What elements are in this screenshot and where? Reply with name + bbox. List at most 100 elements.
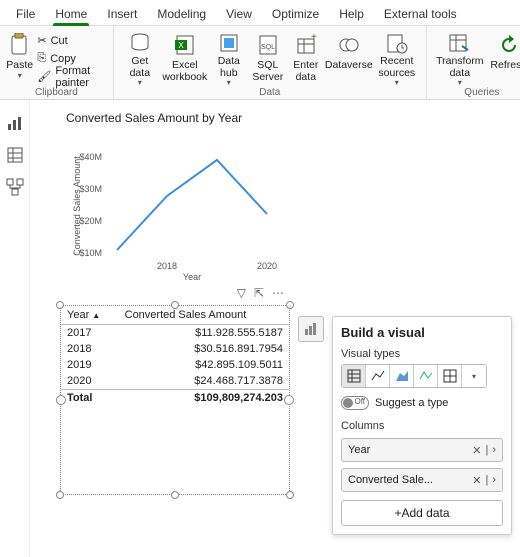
svg-text:+: +: [311, 34, 317, 43]
filter-icon[interactable]: ▽: [237, 286, 246, 300]
copy-label: Copy: [50, 53, 76, 65]
data-view-button[interactable]: [6, 146, 24, 164]
vtype-area[interactable]: [390, 365, 414, 387]
sql-server-button[interactable]: SQL SQL Server: [248, 29, 288, 87]
resize-handle[interactable]: [171, 301, 179, 309]
vtype-more[interactable]: ▾: [462, 365, 486, 387]
enter-data-button[interactable]: + Enter data: [288, 29, 324, 87]
tab-external-tools[interactable]: External tools: [374, 2, 467, 25]
vtype-matrix[interactable]: [438, 365, 462, 387]
field-menu-icon[interactable]: ›: [492, 444, 496, 457]
ribbon-group-data: Get data▾ X Excel workbook Data hub▾ SQL…: [114, 26, 427, 99]
table-total-row: Total$109,809,274.203: [61, 390, 289, 407]
more-options-icon[interactable]: ⋯: [272, 286, 284, 300]
y-axis-label: Converted Sales Amount: [72, 156, 82, 256]
resize-handle[interactable]: [171, 491, 179, 499]
recent-sources-button[interactable]: Recent sources▾: [374, 29, 420, 87]
field-pill-amount[interactable]: Converted Sale... ✕|›: [341, 468, 503, 492]
field-menu-icon[interactable]: ›: [492, 474, 496, 487]
add-data-button[interactable]: +Add data: [341, 500, 503, 526]
format-painter-label: Format painter: [55, 65, 100, 89]
cut-button[interactable]: ✂ Cut: [35, 32, 102, 49]
sql-icon: SQL: [255, 32, 281, 58]
format-painter-button[interactable]: 🖌 Format painter: [35, 68, 102, 85]
paste-label: Paste: [6, 60, 33, 72]
table-row[interactable]: 2019$42.895.109.5011: [61, 357, 289, 373]
table-row[interactable]: 2020$24.468.717.3878: [61, 373, 289, 390]
refresh-button[interactable]: Refresh: [487, 29, 520, 87]
chevron-down-icon: ▾: [395, 79, 399, 88]
paste-button[interactable]: Paste ▾: [6, 29, 33, 87]
table-row[interactable]: 2017$11.928.555.5187: [61, 325, 289, 342]
svg-text:X: X: [178, 41, 184, 50]
svg-text:$30M: $30M: [79, 184, 102, 194]
data-hub-label: Data hub: [210, 56, 248, 79]
tab-home[interactable]: Home: [45, 2, 97, 25]
remove-field-icon[interactable]: ✕: [472, 474, 481, 487]
resize-handle[interactable]: [286, 301, 294, 309]
table-visual[interactable]: Year ▲ Converted Sales Amount 2017$11.92…: [60, 305, 290, 495]
scissors-icon: ✂: [37, 34, 46, 47]
field-pill-year[interactable]: Year ✕|›: [341, 438, 503, 462]
chevron-down-icon: ▾: [18, 72, 22, 81]
dataverse-label: Dataverse: [325, 60, 373, 72]
focus-mode-icon[interactable]: ⇱: [254, 286, 264, 300]
remove-field-icon[interactable]: ✕: [472, 444, 481, 457]
recent-icon: [384, 32, 410, 54]
sort-asc-icon: ▲: [92, 311, 100, 320]
get-data-label: Get data: [120, 56, 160, 79]
vtype-line[interactable]: [366, 365, 390, 387]
enter-data-label: Enter data: [288, 60, 324, 83]
tab-insert[interactable]: Insert: [97, 2, 147, 25]
group-label-data: Data: [259, 87, 280, 100]
field-label: Year: [348, 444, 370, 456]
group-label-clipboard: Clipboard: [35, 87, 78, 100]
resize-handle[interactable]: [286, 491, 294, 499]
suggest-type-toggle[interactable]: Off: [341, 396, 369, 410]
x-axis-label: Year: [183, 272, 201, 281]
resize-handle[interactable]: [56, 301, 64, 309]
suggest-label: Suggest a type: [375, 397, 448, 409]
group-label-queries: Queries: [464, 87, 499, 100]
data-hub-icon: [216, 32, 242, 54]
panel-title: Build a visual: [341, 325, 503, 340]
resize-handle[interactable]: [56, 491, 64, 499]
tab-help[interactable]: Help: [329, 2, 374, 25]
get-data-button[interactable]: Get data▾: [120, 29, 160, 87]
data-hub-button[interactable]: Data hub▾: [210, 29, 248, 87]
svg-text:$40M: $40M: [79, 152, 102, 162]
table-row[interactable]: 2018$30.516.891.7954: [61, 341, 289, 357]
report-view-button[interactable]: [6, 114, 24, 132]
svg-text:$10M: $10M: [79, 248, 102, 258]
clipboard-icon: [7, 32, 33, 58]
col-header-year[interactable]: Year ▲: [61, 306, 119, 325]
col-header-amount[interactable]: Converted Sales Amount: [119, 306, 289, 325]
ribbon-group-clipboard: Paste ▾ ✂ Cut ⎘ Copy 🖌 Format painter Cl…: [0, 26, 114, 99]
database-icon: [127, 32, 153, 54]
chart-title: Converted Sales Amount by Year: [60, 108, 290, 125]
columns-label: Columns: [341, 420, 503, 432]
model-view-button[interactable]: [6, 178, 24, 196]
copy-icon: ⎘: [37, 52, 46, 65]
transform-label: Transform data: [433, 56, 487, 79]
left-rail: [0, 100, 30, 557]
ribbon-group-queries: Transform data▾ Refresh Queries: [427, 26, 520, 99]
tab-optimize[interactable]: Optimize: [262, 2, 329, 25]
tab-view[interactable]: View: [216, 2, 262, 25]
dataverse-icon: [336, 32, 362, 58]
transform-data-button[interactable]: Transform data▾: [433, 29, 487, 87]
field-label: Converted Sale...: [348, 474, 433, 486]
visual-type-picker: ▾: [341, 364, 487, 388]
chart-svg: Converted Sales Amount $10M $20M $30M $4…: [72, 131, 282, 281]
build-visual-panel: Build a visual Visual types ▾ Off Sugges…: [332, 316, 512, 535]
dataverse-button[interactable]: Dataverse: [324, 29, 374, 87]
tab-modeling[interactable]: Modeling: [147, 2, 216, 25]
vtype-table[interactable]: [342, 365, 366, 387]
svg-text:$20M: $20M: [79, 216, 102, 226]
line-chart-visual[interactable]: Converted Sales Amount by Year Converted…: [60, 108, 290, 298]
vtype-line2[interactable]: [414, 365, 438, 387]
visual-type-toggle-button[interactable]: [298, 316, 324, 342]
tab-file[interactable]: File: [6, 2, 45, 25]
chevron-down-icon: ▾: [138, 79, 142, 88]
excel-workbook-button[interactable]: X Excel workbook: [160, 29, 210, 87]
